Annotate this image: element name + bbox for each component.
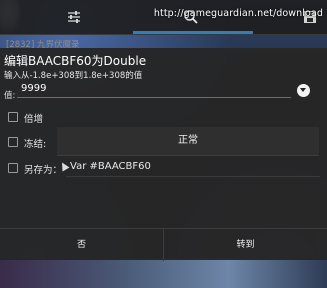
save-as-label: 另存为： [24, 165, 63, 176]
gg-toolbar: http://gameguardian.net/download [0, 0, 327, 35]
download-url: http://gameguardian.net/download [153, 8, 323, 19]
value-range-hint: 输入从-1.8e+308到1.8e+308的值 [4, 71, 143, 81]
increment-checkbox[interactable] [8, 112, 18, 122]
freeze-label: 冻结: [24, 139, 47, 150]
value-input[interactable]: 9999 [17, 81, 291, 98]
game-bottom-art [0, 258, 327, 288]
dialog-title: 编辑BAACBF60为Double [4, 54, 147, 68]
value-label: 值: [4, 91, 16, 101]
freeze-mode-select[interactable]: 正常 [57, 127, 319, 156]
freeze-checkbox[interactable] [8, 137, 18, 147]
chevron-down-icon[interactable] [297, 84, 310, 97]
dialog-button-bar: 否 转到 [0, 228, 327, 261]
no-button[interactable]: 否 [0, 229, 164, 261]
goto-button[interactable]: 转到 [164, 229, 327, 261]
tune-icon[interactable] [66, 9, 82, 25]
active-tab-indicator [133, 31, 253, 34]
increment-label: 倍增 [24, 114, 44, 125]
save-as-checkbox[interactable] [8, 163, 18, 173]
save-as-input[interactable]: Var #BAACBF60 [66, 158, 320, 177]
edit-value-dialog: 编辑BAACBF60为Double 输入从-1.8e+308到1.8e+308的… [0, 48, 327, 261]
